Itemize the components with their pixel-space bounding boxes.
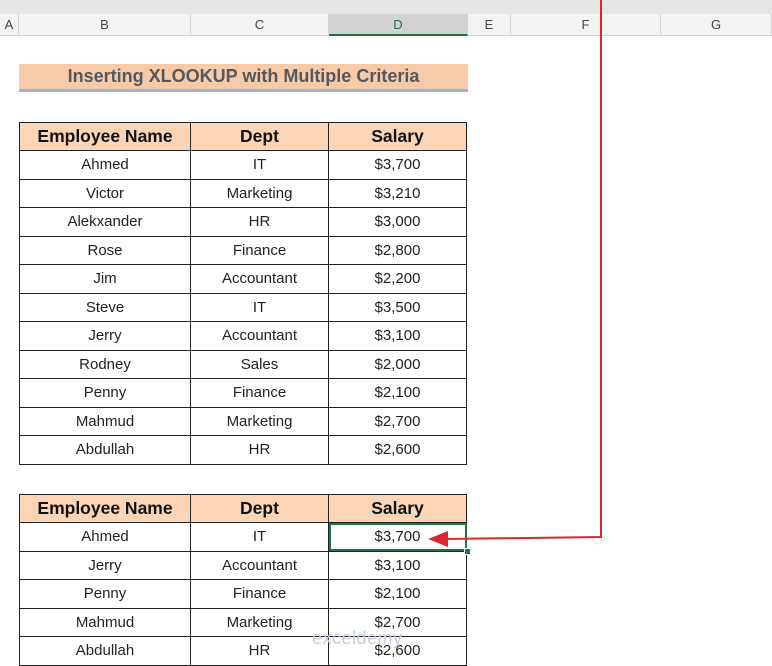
watermark-logo: exceldemy: [312, 628, 403, 648]
annotation-arrow: [428, 0, 602, 547]
